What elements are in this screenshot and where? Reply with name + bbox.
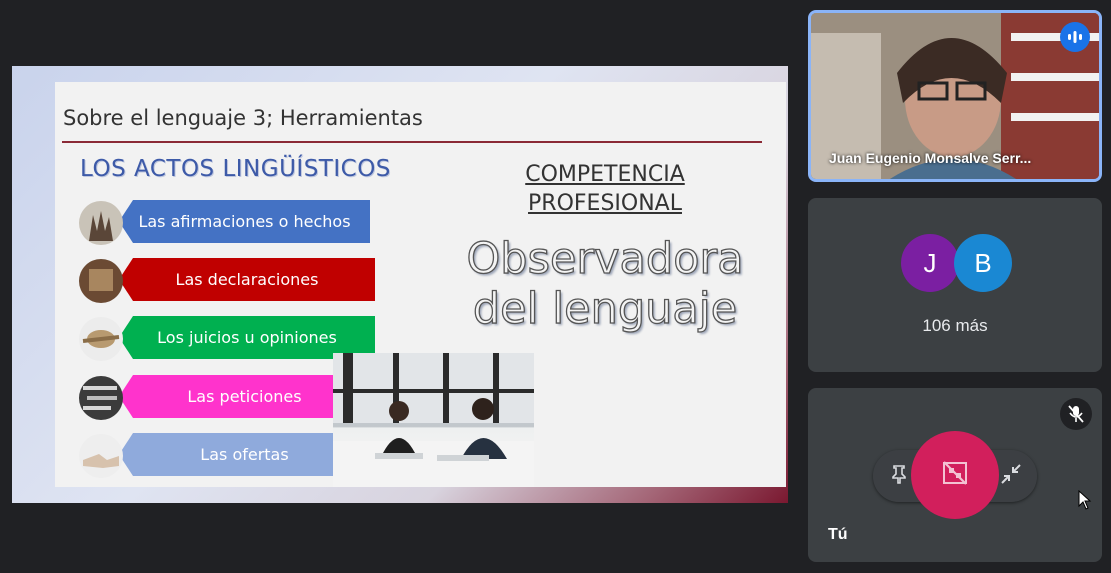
speaker-name: Juan Eugenio Monsalve Serr...	[829, 150, 1032, 166]
stop-presenting-icon	[942, 460, 968, 491]
hands-thumbnail	[79, 201, 123, 245]
other-participants-tile[interactable]: J B 106 más	[808, 198, 1102, 372]
minimize-icon	[1000, 463, 1022, 490]
avatar-b: B	[954, 234, 1012, 292]
speaker-tile[interactable]: Juan Eugenio Monsalve Serr...	[808, 10, 1102, 182]
pin-icon	[891, 464, 907, 489]
title-divider	[62, 141, 762, 143]
minimize-button[interactable]	[991, 456, 1031, 496]
office-meeting-photo	[333, 353, 534, 487]
presentation-slide: Sobre el lenguaje 3; Herramientas LOS AC…	[55, 82, 786, 487]
handshake-thumbnail	[79, 434, 123, 478]
observer-title-line2: del lenguaje	[472, 283, 738, 334]
competence-heading: COMPETENCIA PROFESIONAL	[525, 162, 685, 216]
self-tile[interactable]: Tú	[808, 388, 1102, 562]
audio-bars-icon	[1060, 22, 1090, 52]
self-label: Tú	[828, 526, 848, 543]
tile-controls	[873, 431, 1037, 519]
mouse-cursor-icon	[1078, 489, 1092, 515]
stop-presenting-button[interactable]	[911, 431, 999, 519]
acts-heading: LOS ACTOS LINGÜÍSTICOS	[80, 156, 391, 182]
slide-title: Sobre el lenguaje 3; Herramientas	[63, 106, 423, 130]
text-collage-thumbnail	[79, 376, 123, 420]
rope-knot-thumbnail	[79, 317, 123, 361]
observer-title-line1: Observadora	[466, 233, 744, 284]
mic-off-icon	[1060, 398, 1092, 430]
presentation-stage: Sobre el lenguaje 3; Herramientas LOS AC…	[12, 66, 788, 503]
act-label: Las afirmaciones o hechos	[119, 200, 370, 243]
avatar-j: J	[901, 234, 959, 292]
document-thumbnail	[79, 259, 123, 303]
observer-title: Observadora del lenguaje	[455, 233, 755, 334]
act-label: Las declaraciones	[119, 258, 375, 301]
more-participants-label: 106 más	[922, 316, 988, 335]
